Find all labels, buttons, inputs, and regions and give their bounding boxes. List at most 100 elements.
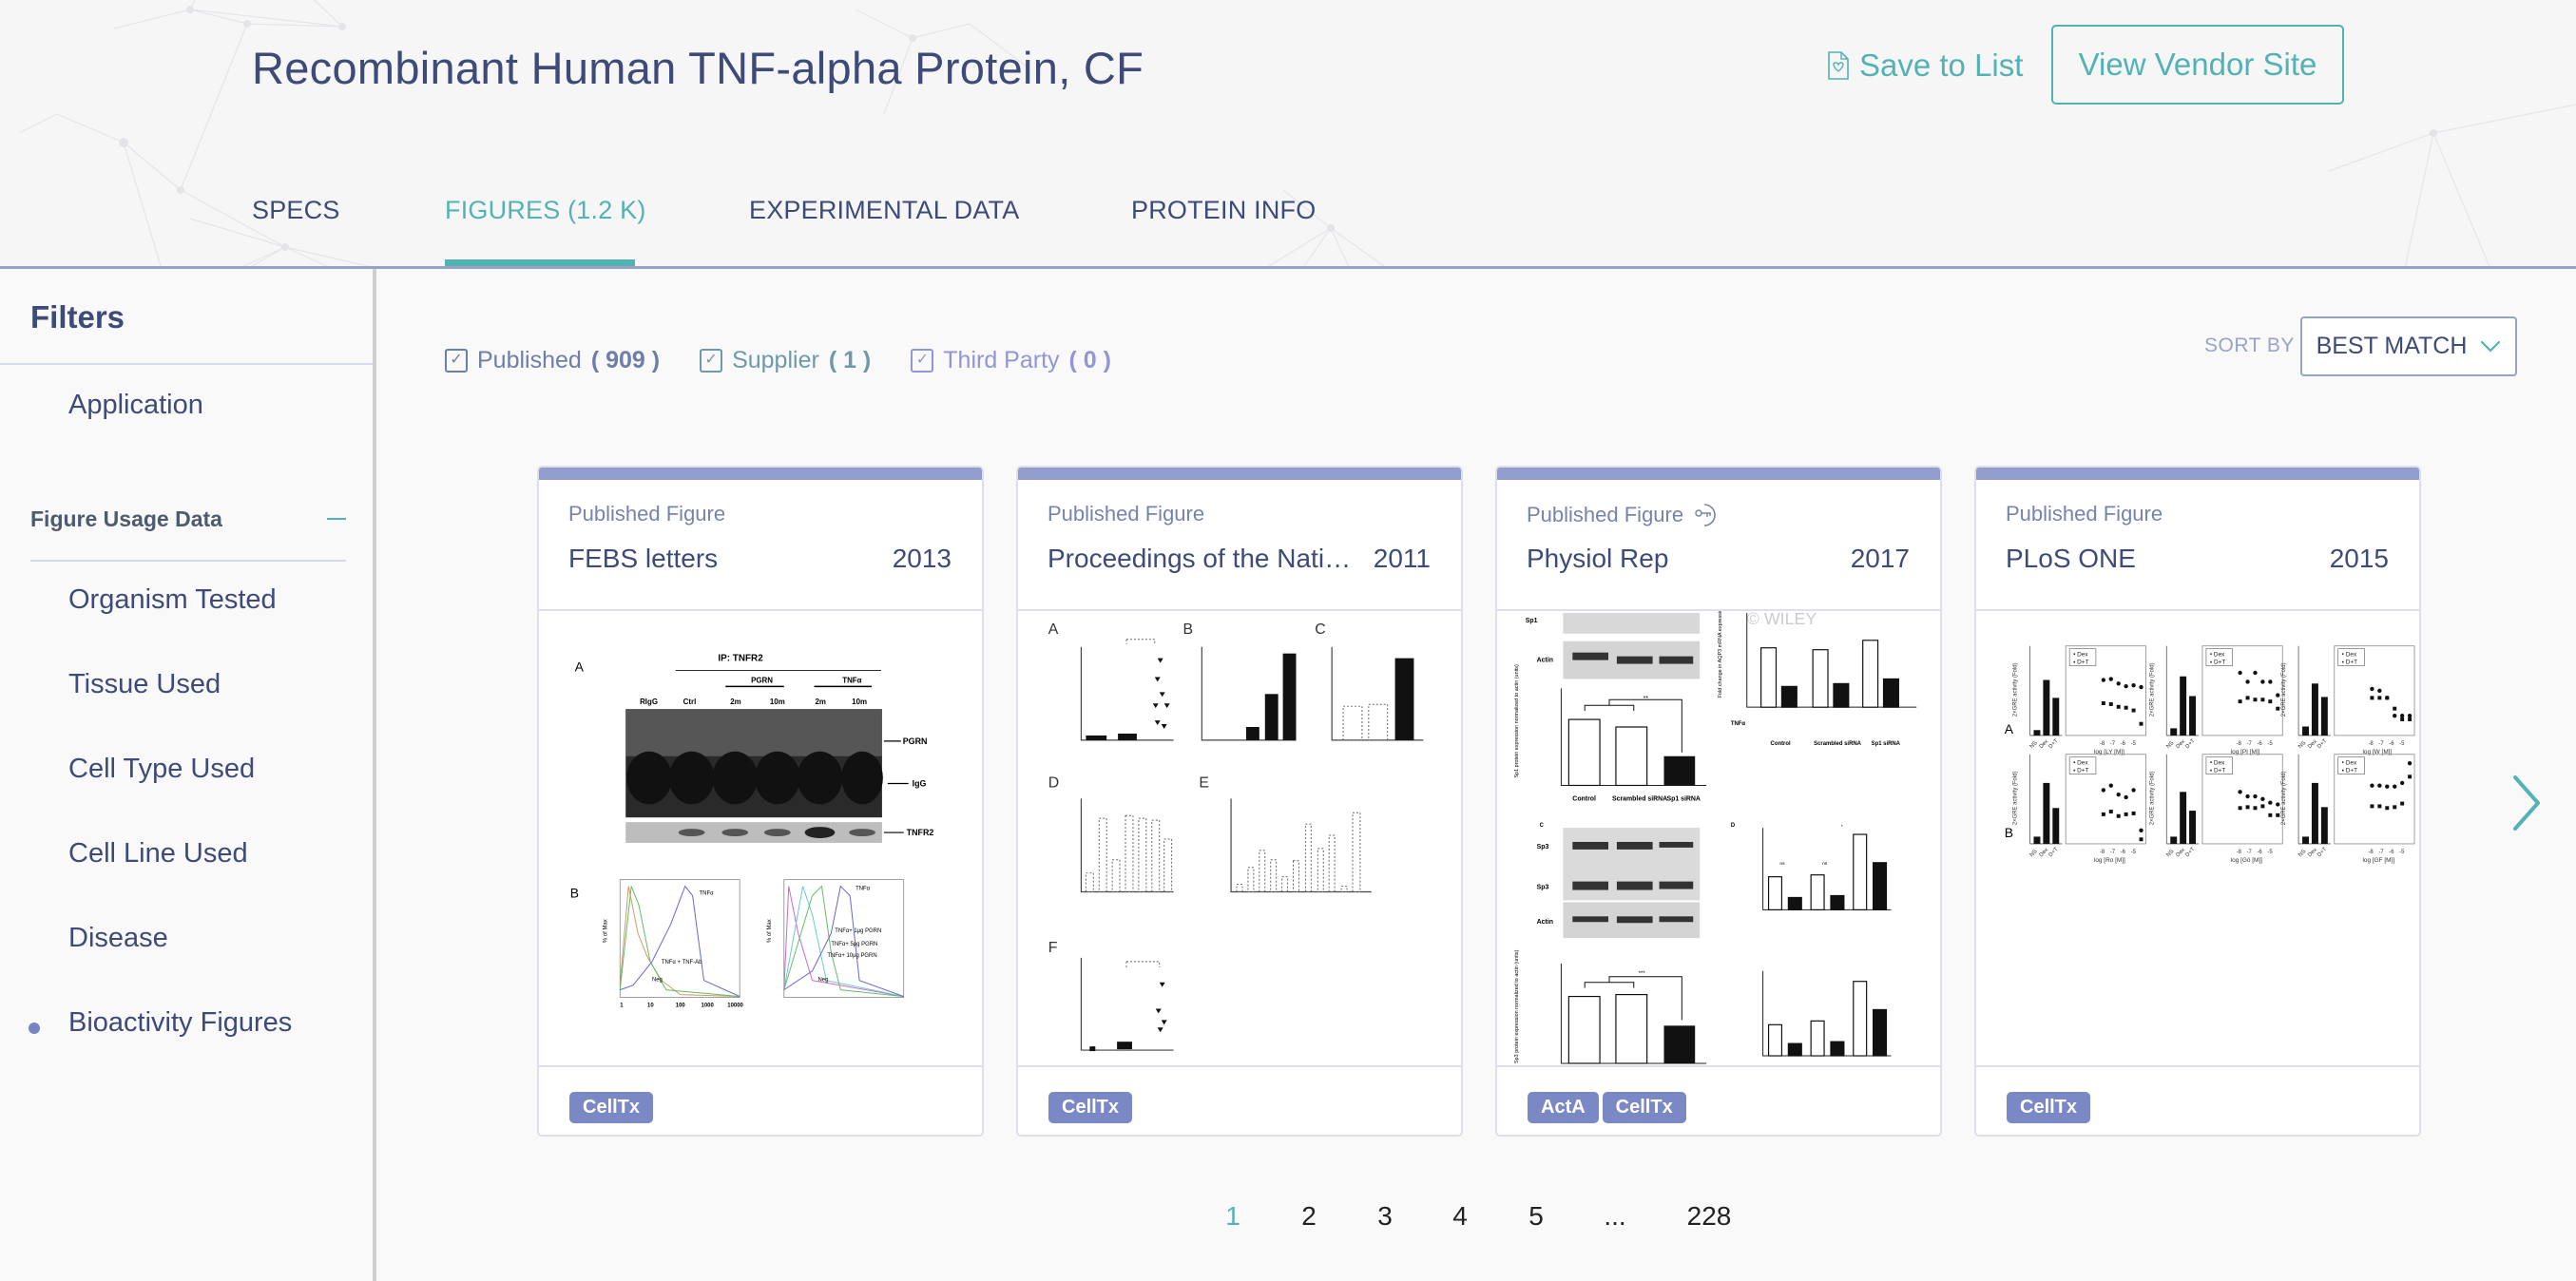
filter-organism-tested[interactable]: Organism Tested — [68, 584, 277, 616]
tab-protein-info[interactable]: PROTEIN INFO — [1131, 196, 1316, 225]
checkbox-checked-icon[interactable]: ✓ — [911, 348, 934, 373]
bar — [2302, 726, 2309, 736]
page-link-5[interactable]: 5 — [1528, 1201, 1544, 1232]
card-tags: CellTx — [2007, 1092, 2091, 1123]
tab-experimental-data[interactable]: EXPERIMENTAL DATA — [749, 196, 1019, 225]
tag-badge[interactable]: ActA — [1528, 1092, 1599, 1123]
data-point — [2124, 794, 2128, 800]
filter-cell-line-used[interactable]: Cell Line Used — [68, 838, 248, 870]
data-point — [2408, 717, 2413, 721]
page-link-4[interactable]: 4 — [1452, 1201, 1468, 1232]
checkbox-third-party[interactable]: ✓ Third Party ( 0 ) — [911, 347, 1111, 374]
panel-label: D — [1048, 774, 1059, 791]
x-tick: -6 — [2257, 850, 2262, 855]
band-label: PGRN — [903, 736, 928, 746]
figure-text: TNFα — [842, 676, 861, 684]
card-accent-bar — [1976, 468, 2419, 480]
checkbox-supplier[interactable]: ✓ Supplier ( 1 ) — [700, 347, 871, 374]
bar-label: NS — [2165, 849, 2175, 858]
checkbox-checked-icon[interactable]: ✓ — [445, 348, 468, 373]
bar-label: Dex — [2039, 738, 2050, 750]
data-point — [2370, 686, 2374, 692]
card-journal[interactable]: FEBS letters — [568, 544, 718, 574]
data-point — [2253, 698, 2258, 702]
figure-card[interactable]: Published Figure Proceedings of the Nati… — [1016, 466, 1463, 1137]
figure-thumbnail[interactable]: A B 2×GRE activity (Fold) NS Dex D+T • Dex ▪ … — [1976, 611, 2419, 1065]
watermark: © WILEY — [1747, 611, 1817, 628]
sort-dropdown[interactable]: BEST MATCH — [2300, 316, 2517, 376]
data-point — [2108, 783, 2113, 788]
page-link-1[interactable]: 1 — [1225, 1201, 1240, 1232]
chevron-down-icon — [2481, 340, 2501, 353]
filter-disease[interactable]: Disease — [68, 923, 168, 954]
checkbox-published[interactable]: ✓ Published ( 909 ) — [445, 347, 660, 374]
bar — [2311, 782, 2318, 844]
x-tick: -7 — [2247, 741, 2252, 747]
tab-figures[interactable]: FIGURES (1.2 K) — [445, 196, 646, 225]
view-vendor-site-button[interactable]: View Vendor Site — [2051, 25, 2344, 105]
card-journal[interactable]: Physiol Rep — [1527, 544, 1668, 574]
axis-label: 2×GRE activity (Fold) — [2149, 772, 2155, 826]
bar — [2052, 698, 2060, 736]
treatment-label: TNFα — [1731, 721, 1746, 727]
bar-label: NS — [2029, 849, 2039, 858]
filter-bioactivity-figures[interactable]: Bioactivity Figures — [68, 1007, 292, 1039]
filter-tissue-used[interactable]: Tissue Used — [68, 669, 221, 700]
divider — [1497, 1065, 1940, 1067]
tag-badge[interactable]: CellTx — [1048, 1092, 1133, 1123]
x-tick: -6 — [2121, 741, 2126, 747]
panel-label: C — [1315, 621, 1325, 638]
page-link-3[interactable]: 3 — [1377, 1201, 1393, 1232]
page-link-last[interactable]: 228 — [1687, 1201, 1732, 1232]
data-point — [2116, 681, 2121, 686]
sig-label: *** — [1639, 971, 1646, 977]
page-link-2[interactable]: 2 — [1301, 1201, 1317, 1232]
filter-cell-type-used[interactable]: Cell Type Used — [68, 754, 255, 785]
panel-label: B — [2005, 825, 2013, 840]
card-tags: CellTx — [1048, 1092, 1133, 1123]
filter-application[interactable]: Application — [68, 390, 203, 421]
x-tick: -8 — [2237, 850, 2242, 855]
tab-specs[interactable]: SPECS — [252, 196, 340, 225]
minus-icon[interactable] — [327, 518, 346, 520]
bar-label: D+T — [2047, 847, 2060, 859]
card-type-label: Published Figure — [568, 502, 726, 526]
figure-image-western-blot-flow: A IP: TNFR2 PGRN TNFα RIgG Ctrl 2m 10m 2… — [570, 654, 934, 1009]
tag-badge[interactable]: CellTx — [569, 1092, 654, 1123]
data-point — [2101, 812, 2105, 816]
bar — [2180, 676, 2187, 736]
figure-card[interactable]: Published Figure Physiol Rep 2017 Sp1 Ac… — [1495, 466, 1942, 1137]
panel-label: B — [570, 885, 579, 900]
card-journal[interactable]: PLoS ONE — [2006, 544, 2136, 574]
axis-label: % of Max — [603, 919, 608, 943]
figure-card[interactable]: Published Figure PLoS ONE 2015 A B 2×GRE… — [1974, 466, 2421, 1137]
save-to-list-button[interactable]: Save to List — [1827, 44, 2023, 87]
card-journal[interactable]: Proceedings of the Nation... — [1048, 544, 1361, 574]
tag-badge[interactable]: CellTx — [1602, 1092, 1686, 1123]
sig-label: ns — [1822, 862, 1828, 867]
checkbox-checked-icon[interactable]: ✓ — [700, 348, 723, 373]
x-tick: 100 — [676, 1003, 686, 1008]
data-point — [2139, 721, 2143, 726]
figure-card[interactable]: Published Figure FEBS letters 2013 A IP:… — [537, 466, 984, 1137]
x-tick: -5 — [2267, 850, 2273, 855]
key-icon — [1695, 504, 1716, 526]
figure-thumbnail[interactable]: A IP: TNFR2 PGRN TNFα RIgG Ctrl 2m 10m 2… — [539, 611, 982, 1065]
card-year: 2013 — [892, 544, 952, 573]
figure-thumbnail[interactable]: A B C D E F — [1018, 611, 1461, 1065]
annotation: Neg — [817, 978, 828, 984]
bar-label: D+T — [2316, 738, 2329, 751]
tag-badge[interactable]: CellTx — [2007, 1092, 2091, 1123]
blot-label: Actin — [1537, 919, 1553, 926]
figure-usage-data-section-title[interactable]: Figure Usage Data — [30, 507, 222, 532]
data-point — [2268, 699, 2273, 704]
chevron-right-icon[interactable] — [2508, 770, 2546, 836]
x-tick: -7 — [2378, 741, 2383, 747]
data-point — [2260, 804, 2265, 809]
bar-label: Dex — [2039, 848, 2050, 859]
bar-label: D+T — [2047, 738, 2060, 751]
x-axis-label: log [Gö [M]] — [2231, 857, 2262, 864]
blot-label: Actin — [1537, 658, 1553, 664]
figure-thumbnail[interactable]: Sp1 Actin © WILEY ** Sp1 protein express… — [1497, 611, 1940, 1065]
axis-label: 2×GRE activity (Fold) — [2281, 772, 2287, 826]
